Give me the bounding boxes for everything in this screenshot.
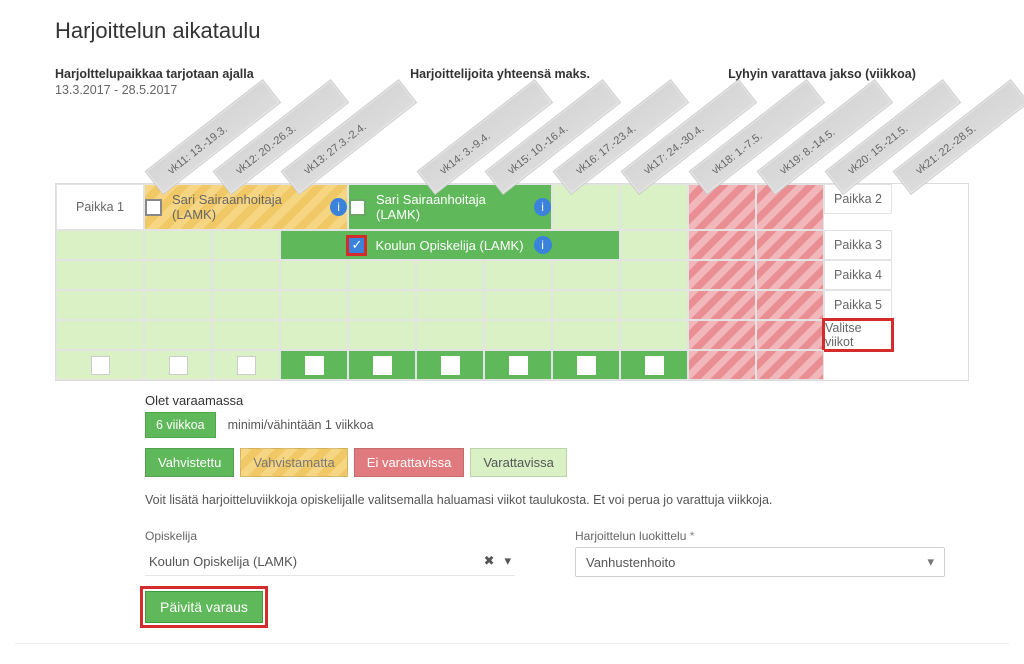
week-selector-selected[interactable] <box>620 350 688 380</box>
cell-available[interactable] <box>484 290 552 320</box>
cell-available[interactable] <box>484 260 552 290</box>
row-label: Paikka 2 <box>824 184 892 214</box>
cell-unavailable <box>688 320 756 350</box>
cell-available[interactable] <box>56 320 144 350</box>
reservation-confirmed[interactable]: Sari Sairaanhoitaja (LAMK) i <box>348 184 552 230</box>
cell-available[interactable] <box>620 184 688 230</box>
cell-available[interactable] <box>144 290 212 320</box>
week-selector[interactable] <box>56 350 144 380</box>
summary-header: Harjolttelupaikkaa tarjotaan ajalla 13.3… <box>55 66 969 97</box>
cell-unavailable <box>756 320 824 350</box>
cell-available[interactable] <box>212 260 280 290</box>
week-selector-selected[interactable] <box>348 350 416 380</box>
chevron-down-icon[interactable]: ▾ <box>504 553 511 569</box>
cell-available[interactable] <box>212 320 280 350</box>
weeks-count-badge: 6 viikkoa <box>145 412 216 438</box>
week-selector-selected[interactable] <box>484 350 552 380</box>
row-label: Paikka 3 <box>824 230 892 260</box>
trainees-max-label: Harjoittelijoita yhteensä maks. <box>410 67 590 81</box>
cell-available[interactable] <box>552 184 620 230</box>
cell-available[interactable] <box>144 320 212 350</box>
legend: Vahvistettu Vahvistamatta Ei varattaviss… <box>145 448 945 477</box>
chevron-down-icon: ▾ <box>927 554 934 570</box>
instructions-text: Voit lisätä harjoitteluviikkoja opiskeli… <box>145 493 945 507</box>
cell-unavailable <box>756 230 824 260</box>
select-weeks-label: Valitse viikot <box>824 320 892 350</box>
min-period-label: Lyhyin varattava jakso (viikkoa) <box>728 67 916 81</box>
reservation-current[interactable]: Koulun Opiskelija (LAMK) i <box>280 230 620 260</box>
cell-available[interactable] <box>56 260 144 290</box>
week-headers: vk11: 13.-19.3. vk12: 20.-26.3. vk13: 27… <box>143 111 969 183</box>
cell-available[interactable] <box>144 230 212 260</box>
student-label: Opiskelija <box>145 529 515 543</box>
reservation-name: Sari Sairaanhoitaja (LAMK) <box>172 192 320 222</box>
legend-confirmed: Vahvistettu <box>145 448 234 477</box>
cell-unavailable <box>688 230 756 260</box>
checkbox-icon[interactable] <box>349 199 366 216</box>
legend-unavailable: Ei varattavissa <box>354 448 465 477</box>
week-selector-unavailable <box>688 350 756 380</box>
cell-available[interactable] <box>552 320 620 350</box>
cell-available[interactable] <box>280 320 348 350</box>
cell-available[interactable] <box>416 320 484 350</box>
week-selector-selected[interactable] <box>552 350 620 380</box>
week-selector[interactable] <box>212 350 280 380</box>
clear-icon[interactable]: ✖ <box>484 553 495 569</box>
checkbox-icon[interactable] <box>145 199 162 216</box>
cell-unavailable <box>688 260 756 290</box>
row-label: Paikka 4 <box>824 260 892 290</box>
cell-available[interactable] <box>348 320 416 350</box>
info-icon[interactable]: i <box>534 236 552 254</box>
classification-select[interactable]: Vanhustenhoito ▾ <box>575 547 945 577</box>
reservation-name: Sari Sairaanhoitaja (LAMK) <box>376 192 524 222</box>
cell-available[interactable] <box>212 230 280 260</box>
cell-available[interactable] <box>56 230 144 260</box>
cell-available[interactable] <box>620 290 688 320</box>
update-reservation-button[interactable]: Päivitä varaus <box>145 591 263 623</box>
reservation-pending[interactable]: Sari Sairaanhoitaja (LAMK) i <box>144 184 348 230</box>
week-selector-selected[interactable] <box>280 350 348 380</box>
cell-unavailable <box>756 184 824 230</box>
cell-unavailable <box>688 290 756 320</box>
classification-label: Harjoittelun luokittelu * <box>575 529 945 543</box>
checkbox-icon[interactable] <box>348 237 365 254</box>
cell-available[interactable] <box>620 230 688 260</box>
cell-available[interactable] <box>280 290 348 320</box>
student-select[interactable]: Koulun Opiskelija (LAMK) ✖ ▾ <box>145 547 515 576</box>
row-label: Paikka 5 <box>824 290 892 320</box>
cell-available[interactable] <box>552 290 620 320</box>
min-weeks-text: minimi/vähintään 1 viikkoa <box>228 418 374 432</box>
student-value: Koulun Opiskelija (LAMK) <box>149 554 297 569</box>
page-title: Harjoittelun aikataulu <box>55 18 969 44</box>
cell-available[interactable] <box>552 260 620 290</box>
cell-available[interactable] <box>416 260 484 290</box>
classification-value: Vanhustenhoito <box>586 555 675 570</box>
cell-available[interactable] <box>620 260 688 290</box>
cell-unavailable <box>688 184 756 230</box>
cell-available[interactable] <box>484 320 552 350</box>
cell-unavailable <box>756 290 824 320</box>
cell-available[interactable] <box>348 260 416 290</box>
cell-available[interactable] <box>416 290 484 320</box>
cell-available[interactable] <box>280 260 348 290</box>
period-label: Harjolttelupaikkaa tarjotaan ajalla <box>55 67 254 81</box>
cell-available[interactable] <box>56 290 144 320</box>
reserving-label: Olet varaamassa <box>145 393 945 408</box>
row-label: Paikka 1 <box>56 184 144 230</box>
schedule-grid: Paikka 1 Sari Sairaanhoitaja (LAMK) i Sa… <box>55 183 969 381</box>
cell-available[interactable] <box>348 290 416 320</box>
week-selector-selected[interactable] <box>416 350 484 380</box>
legend-pending: Vahvistamatta <box>240 448 347 477</box>
info-icon[interactable]: i <box>534 198 551 216</box>
cell-available[interactable] <box>212 290 280 320</box>
legend-available: Varattavissa <box>470 448 567 477</box>
week-selector-unavailable <box>756 350 824 380</box>
cell-available[interactable] <box>620 320 688 350</box>
cell-available[interactable] <box>144 260 212 290</box>
week-selector[interactable] <box>144 350 212 380</box>
reservation-name: Koulun Opiskelija (LAMK) <box>375 238 523 253</box>
cell-unavailable <box>756 260 824 290</box>
info-icon[interactable]: i <box>330 198 347 216</box>
